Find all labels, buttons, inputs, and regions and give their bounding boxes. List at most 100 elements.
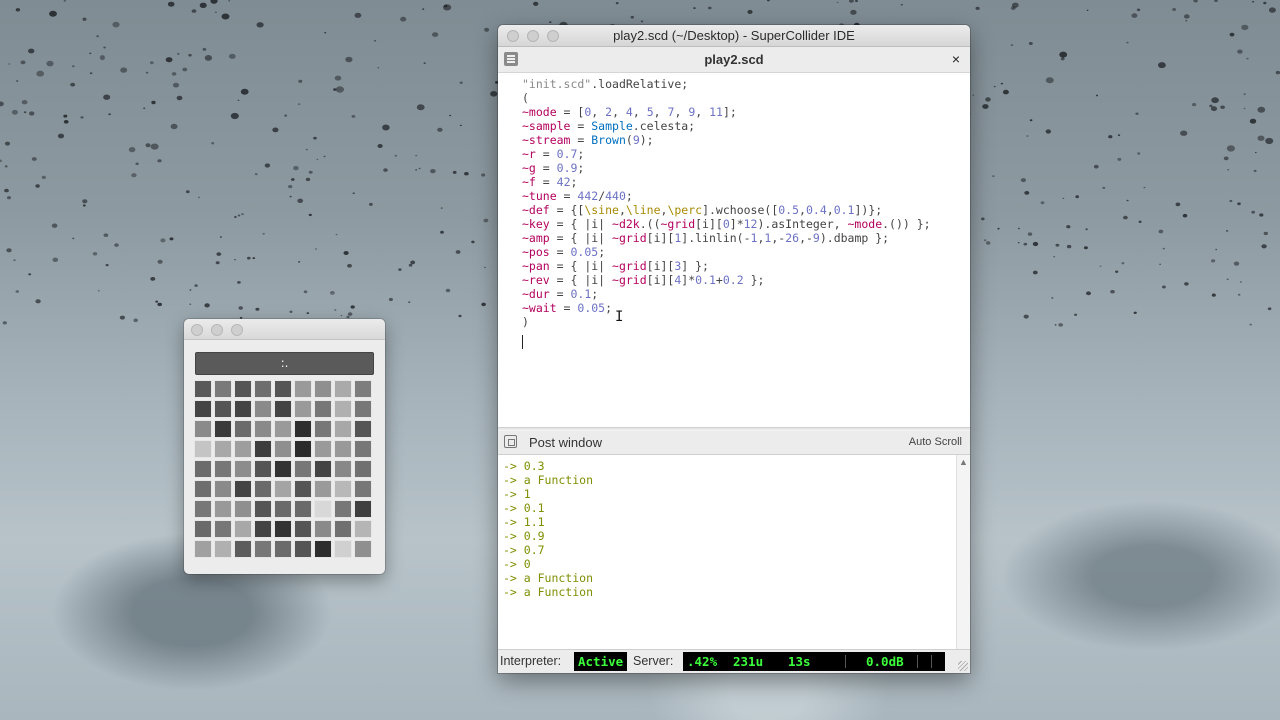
- grid-cell[interactable]: [194, 540, 212, 558]
- grid-cell[interactable]: [194, 480, 212, 498]
- code-line[interactable]: ~f = 42;: [522, 175, 931, 189]
- grid-cell[interactable]: [274, 540, 292, 558]
- grid-cell[interactable]: [314, 460, 332, 478]
- grid-cell[interactable]: [294, 480, 312, 498]
- code-line[interactable]: ~tune = 442/440;: [522, 189, 931, 203]
- grid-cell[interactable]: [254, 520, 272, 538]
- grid-cell[interactable]: [294, 400, 312, 418]
- grid-cell[interactable]: [354, 380, 372, 398]
- grid-cell[interactable]: [194, 400, 212, 418]
- zoom-window-button[interactable]: [231, 324, 243, 336]
- grid-cell[interactable]: [334, 380, 352, 398]
- grid-cell[interactable]: [354, 460, 372, 478]
- grid-cell[interactable]: [294, 440, 312, 458]
- grid-cell[interactable]: [334, 520, 352, 538]
- grid-cell[interactable]: [354, 500, 372, 518]
- grid-cell[interactable]: [234, 460, 252, 478]
- grid-cell[interactable]: [274, 500, 292, 518]
- code-editor[interactable]: "init.scd".loadRelative;(~mode = [0, 2, …: [498, 73, 970, 427]
- grid-cell[interactable]: [194, 380, 212, 398]
- code-line[interactable]: ~dur = 0.1;: [522, 287, 931, 301]
- grid-cell[interactable]: [274, 440, 292, 458]
- grid-window-titlebar[interactable]: [184, 319, 385, 340]
- grid-cell[interactable]: [214, 400, 232, 418]
- code-line[interactable]: ~rev = { |i| ~grid[i][4]*0.1+0.2 };: [522, 273, 931, 287]
- code-line[interactable]: (: [522, 91, 931, 105]
- grid-cell[interactable]: [294, 500, 312, 518]
- minimize-window-button[interactable]: [527, 30, 539, 42]
- grid-cell[interactable]: [334, 540, 352, 558]
- grid-cell[interactable]: [214, 520, 232, 538]
- grid-cell[interactable]: [274, 480, 292, 498]
- grid-cell[interactable]: [294, 520, 312, 538]
- grid-cell[interactable]: [214, 480, 232, 498]
- grid-cell[interactable]: [314, 480, 332, 498]
- code-line[interactable]: ): [522, 315, 931, 329]
- grid-cell[interactable]: [314, 420, 332, 438]
- post-window[interactable]: -> 0.3 -> a Function -> 1 -> 0.1 -> 1.1 -> 0.…: [498, 455, 970, 671]
- close-document-icon[interactable]: ×: [948, 51, 964, 67]
- close-window-button[interactable]: [507, 30, 519, 42]
- zoom-window-button[interactable]: [547, 30, 559, 42]
- grid-cell[interactable]: [334, 500, 352, 518]
- grid-cell[interactable]: [274, 460, 292, 478]
- cell-grid[interactable]: [194, 380, 374, 560]
- grid-cell[interactable]: [194, 420, 212, 438]
- grid-cell[interactable]: [194, 520, 212, 538]
- grid-cell[interactable]: [334, 440, 352, 458]
- grid-cell[interactable]: [254, 540, 272, 558]
- post-scrollbar[interactable]: ▲ ▼: [956, 455, 970, 671]
- grid-cell[interactable]: [214, 440, 232, 458]
- undock-icon[interactable]: [504, 435, 517, 448]
- grid-cell[interactable]: [334, 420, 352, 438]
- code-line[interactable]: ~g = 0.9;: [522, 161, 931, 175]
- grid-cell[interactable]: [254, 420, 272, 438]
- grid-cell[interactable]: [234, 540, 252, 558]
- grid-cell[interactable]: [234, 400, 252, 418]
- grid-cell[interactable]: [234, 380, 252, 398]
- grid-cell[interactable]: [194, 460, 212, 478]
- grid-cell[interactable]: [314, 500, 332, 518]
- grid-cell[interactable]: [254, 480, 272, 498]
- grid-cell[interactable]: [234, 420, 252, 438]
- code-line[interactable]: ~wait = 0.05;: [522, 301, 931, 315]
- code-line[interactable]: ~key = { |i| ~d2k.((~grid[i][0]*12).asIn…: [522, 217, 931, 231]
- grid-cell[interactable]: [234, 500, 252, 518]
- interpreter-status-badge[interactable]: Active: [574, 652, 628, 671]
- grid-cell[interactable]: [274, 380, 292, 398]
- resize-grip-icon[interactable]: [958, 661, 968, 671]
- close-window-button[interactable]: [191, 324, 203, 336]
- grid-cell[interactable]: [234, 520, 252, 538]
- code-line[interactable]: ~def = {[\sine,\line,\perc].wchoose([0.5…: [522, 203, 931, 217]
- grid-cell[interactable]: [354, 400, 372, 418]
- code-line[interactable]: ~pan = { |i| ~grid[i][3] };: [522, 259, 931, 273]
- grid-cell[interactable]: [294, 460, 312, 478]
- ide-titlebar[interactable]: play2.scd (~/Desktop) - SuperCollider ID…: [498, 25, 970, 47]
- grid-cell[interactable]: [214, 380, 232, 398]
- grid-cell[interactable]: [214, 460, 232, 478]
- grid-cell[interactable]: [354, 520, 372, 538]
- code-line[interactable]: ~r = 0.7;: [522, 147, 931, 161]
- document-title[interactable]: play2.scd: [498, 52, 970, 67]
- grid-cell[interactable]: [254, 500, 272, 518]
- grid-cell[interactable]: [254, 380, 272, 398]
- grid-cell[interactable]: [334, 480, 352, 498]
- grid-cell[interactable]: [274, 400, 292, 418]
- grid-cell[interactable]: [234, 440, 252, 458]
- grid-cell[interactable]: [314, 540, 332, 558]
- grid-window[interactable]: :.: [184, 319, 385, 574]
- auto-scroll-toggle[interactable]: Auto Scroll: [909, 436, 962, 448]
- code-text[interactable]: "init.scd".loadRelative;(~mode = [0, 2, …: [522, 77, 931, 329]
- grid-cell[interactable]: [314, 440, 332, 458]
- grid-cell[interactable]: [314, 380, 332, 398]
- server-status[interactable]: .42% 231u 13s 0.0dB: [683, 652, 945, 671]
- grid-cell[interactable]: [194, 500, 212, 518]
- minimize-window-button[interactable]: [211, 324, 223, 336]
- grid-cell[interactable]: [294, 420, 312, 438]
- grid-cell[interactable]: [274, 420, 292, 438]
- grid-cell[interactable]: [334, 400, 352, 418]
- grid-cell[interactable]: [194, 440, 212, 458]
- supercollider-ide-window[interactable]: play2.scd (~/Desktop) - SuperCollider ID…: [498, 25, 970, 673]
- grid-cell[interactable]: [254, 460, 272, 478]
- code-line[interactable]: ~sample = Sample.celesta;: [522, 119, 931, 133]
